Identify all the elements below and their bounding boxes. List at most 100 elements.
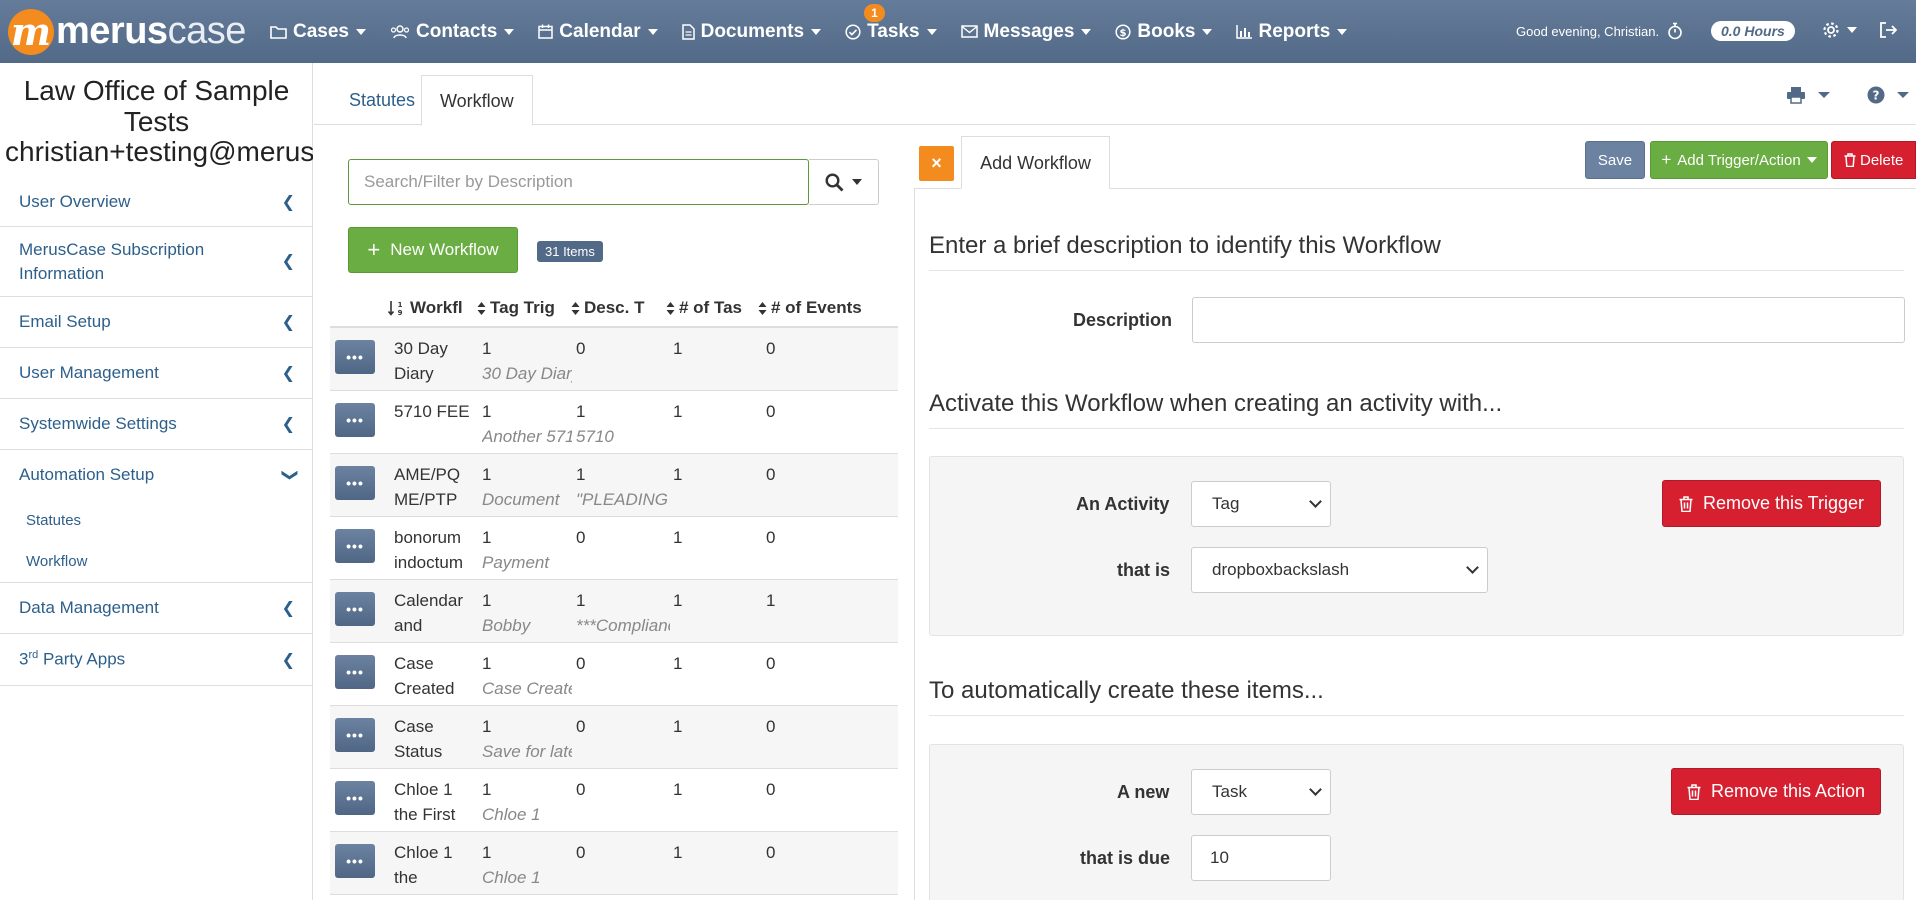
- sidebar-item-third-party-apps[interactable]: 3rd Party Apps ❮: [0, 634, 313, 686]
- row-actions-button[interactable]: •••: [335, 340, 375, 374]
- sidebar-item-user-management[interactable]: User Management ❮: [0, 348, 313, 399]
- col-workflow[interactable]: 19 Workfl: [388, 298, 463, 318]
- row-actions-button[interactable]: •••: [335, 844, 375, 878]
- row-actions-button[interactable]: •••: [335, 466, 375, 500]
- chevron-left-icon: ❮: [281, 365, 295, 382]
- row-actions-button[interactable]: •••: [335, 655, 375, 689]
- sidebar-item-user-overview[interactable]: User Overview ❮: [0, 177, 313, 227]
- row-actions-button[interactable]: •••: [335, 718, 375, 752]
- users-icon: [390, 24, 410, 38]
- envelope-icon: [960, 25, 978, 38]
- col-desc-trigger[interactable]: Desc. T: [571, 298, 644, 318]
- table-row[interactable]: ••• Calendar and 1Bobby 1***Compliance 1…: [330, 580, 898, 643]
- nav-books[interactable]: $ Books: [1115, 21, 1213, 43]
- tab-workflow[interactable]: Workflow: [421, 75, 533, 126]
- chevron-down-icon: [1309, 495, 1322, 508]
- tag-select[interactable]: dropboxbackslash: [1191, 547, 1488, 593]
- col-task-count[interactable]: # of Tas: [666, 298, 742, 318]
- table-row[interactable]: ••• bonorum indoctum 1 Payment 0 1 0: [330, 517, 898, 580]
- activity-type-select[interactable]: Tag: [1191, 481, 1331, 527]
- chevron-down-icon: [647, 28, 658, 35]
- row-actions-button[interactable]: •••: [335, 403, 375, 437]
- table-row[interactable]: ••• Case Created 1Case Created 0 1 0: [330, 643, 898, 706]
- sidebar-item-email-setup[interactable]: Email Setup ❮: [0, 297, 313, 348]
- chevron-left-icon: ❮: [281, 416, 295, 433]
- new-workflow-button[interactable]: + New Workflow: [348, 227, 518, 273]
- print-menu[interactable]: [1786, 86, 1830, 104]
- tab-statutes[interactable]: Statutes: [331, 75, 433, 126]
- chevron-down-icon: [926, 28, 937, 35]
- nav-contacts[interactable]: Contacts: [390, 21, 515, 43]
- chevron-left-icon: ❮: [281, 252, 295, 270]
- table-row[interactable]: ••• Case Status 1Save for later 0 1 0: [330, 706, 898, 769]
- sign-out-icon[interactable]: [1879, 21, 1898, 44]
- nav-calendar[interactable]: Calendar: [538, 21, 658, 43]
- check-circle-icon: [845, 23, 861, 40]
- save-button[interactable]: Save: [1585, 141, 1645, 179]
- nav-cases[interactable]: Cases: [270, 21, 366, 43]
- chevron-down-icon: [1818, 92, 1830, 98]
- svg-text:?: ?: [1873, 89, 1880, 103]
- chevron-down-icon: [811, 28, 822, 35]
- search-button[interactable]: [809, 159, 879, 205]
- delete-button[interactable]: Delete: [1831, 141, 1916, 179]
- sort-icon: [666, 301, 675, 315]
- chevron-down-icon: [1847, 27, 1857, 33]
- row-actions-button[interactable]: •••: [335, 592, 375, 626]
- logo-wordmark: meruscase: [56, 10, 246, 52]
- table-row[interactable]: ••• Chloe 1 the First 1 Chloe 1 0 1 0: [330, 769, 898, 832]
- search-icon: [825, 172, 844, 191]
- meruscase-logo[interactable]: m meruscase: [8, 8, 270, 55]
- a-new-label: A new: [1117, 782, 1170, 802]
- table-row[interactable]: ••• 5710 FEE 1Another 5710 15710 1 0: [330, 391, 898, 454]
- chevron-down-icon: [852, 179, 862, 185]
- org-title: Law Office of Sample Tests: [23, 75, 290, 137]
- sidebar-item-automation-setup[interactable]: Automation Setup ❮: [0, 450, 313, 500]
- nav-messages[interactable]: Messages: [960, 21, 1092, 43]
- trigger-panel: An Activity Tag that is dropboxbackslash…: [929, 456, 1904, 636]
- tab-add-workflow[interactable]: Add Workflow: [961, 136, 1110, 189]
- action-type-select[interactable]: Task: [1191, 769, 1331, 815]
- sidebar-item-systemwide-settings[interactable]: Systemwide Settings ❮: [0, 399, 313, 450]
- description-input[interactable]: [1192, 297, 1905, 343]
- col-event-count[interactable]: # of Events: [758, 298, 862, 318]
- description-label: Description: [1073, 310, 1173, 330]
- nav-reports[interactable]: Reports: [1236, 21, 1348, 43]
- sidebar-item-data-management[interactable]: Data Management ❮: [0, 583, 313, 634]
- sidebar-item-subscription[interactable]: MerusCase Subscription Information ❮: [0, 227, 313, 297]
- hours-counter[interactable]: 0.0 Hours: [1711, 21, 1795, 41]
- plus-icon: +: [1661, 150, 1672, 169]
- sort-icon: [477, 301, 486, 315]
- sidebar-subitem-workflow[interactable]: Workflow: [0, 541, 313, 582]
- chevron-down-icon: [1081, 28, 1092, 35]
- add-trigger-action-button[interactable]: + Add Trigger/Action: [1650, 141, 1828, 179]
- bar-chart-icon: [1236, 24, 1253, 39]
- workflow-search-input[interactable]: [348, 159, 809, 205]
- row-actions-button[interactable]: •••: [335, 529, 375, 563]
- table-row[interactable]: ••• 30 Day Diary 1 30 Day Diary 0 1 0: [330, 328, 898, 391]
- trigger-heading: Activate this Workflow when creating an …: [929, 390, 1904, 429]
- help-menu[interactable]: ?: [1867, 86, 1909, 104]
- dollar-icon: $: [1115, 23, 1131, 40]
- table-row[interactable]: ••• Chloe 1 the 1 Chloe 1 0 1 0: [330, 832, 898, 895]
- nav-tasks[interactable]: 1 Tasks: [845, 3, 937, 43]
- greeting-text: Good evening, Christian.: [1516, 24, 1660, 39]
- items-count-badge: 31 Items: [537, 241, 603, 262]
- workflow-table-body: ••• 30 Day Diary 1 30 Day Diary 0 1 0 •••…: [330, 328, 898, 895]
- plus-icon: +: [367, 237, 381, 262]
- col-tag-trigger[interactable]: Tag Trig: [477, 298, 555, 318]
- workflow-table-header: 19 Workfl Tag Trig Desc. T # of Tas # of…: [330, 290, 898, 328]
- nav-documents[interactable]: Documents: [681, 21, 822, 43]
- due-days-input[interactable]: 10: [1191, 835, 1331, 881]
- settings-menu[interactable]: [1822, 21, 1857, 39]
- logo-mark: m: [8, 8, 54, 55]
- stopwatch-icon[interactable]: [1667, 22, 1683, 45]
- row-actions-button[interactable]: •••: [335, 781, 375, 815]
- table-row[interactable]: ••• AME/PQME/PTP 1Document 1"PLEADING DE…: [330, 454, 898, 517]
- chevron-down-icon: [504, 28, 515, 35]
- remove-action-button[interactable]: Remove this Action: [1671, 768, 1881, 815]
- trash-icon: [1844, 153, 1856, 167]
- close-form-button[interactable]: ×: [919, 146, 954, 181]
- remove-trigger-button[interactable]: Remove this Trigger: [1662, 480, 1881, 527]
- sidebar-subitem-statutes[interactable]: Statutes: [0, 500, 313, 541]
